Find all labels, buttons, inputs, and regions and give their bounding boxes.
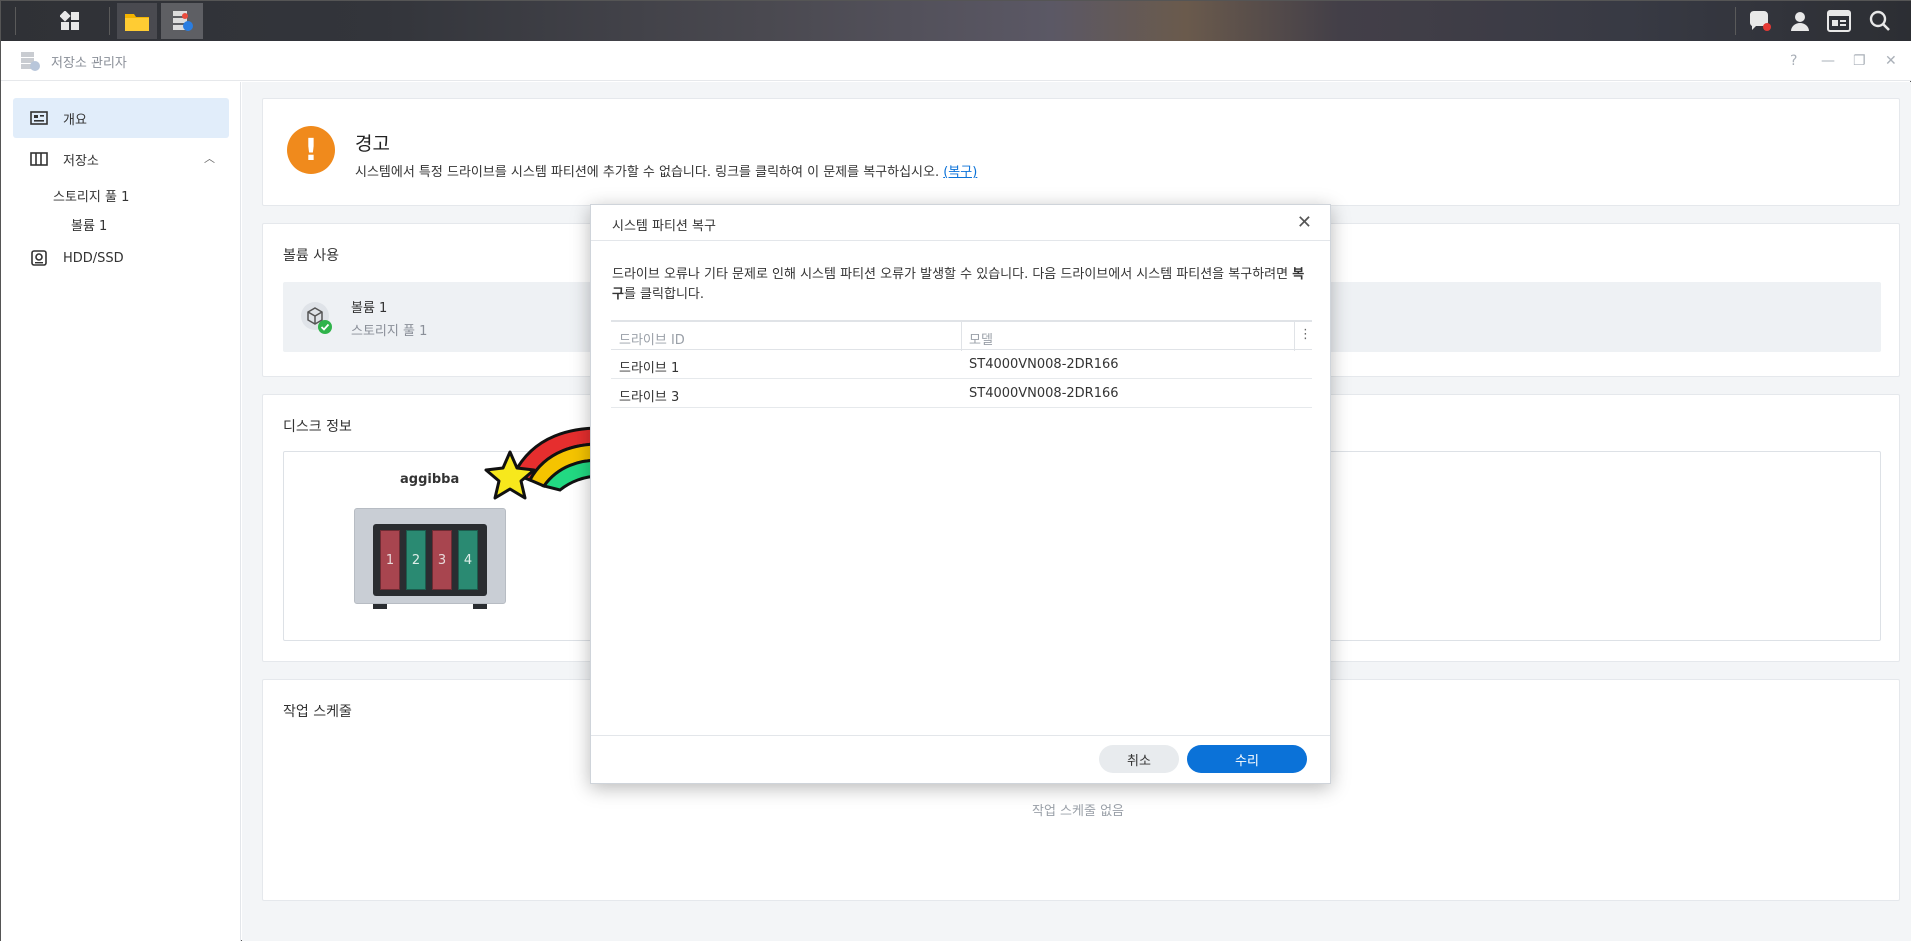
sidebar-item-label: 개요 <box>63 112 87 128</box>
dialog-title: 시스템 파티션 복구 <box>612 219 716 234</box>
drive-id-cell: 드라이브 3 <box>619 390 680 405</box>
nas-foot <box>373 604 387 609</box>
dialog-footer: 취소 수리 <box>591 735 1330 783</box>
close-window-icon[interactable]: ✕ <box>1885 53 1897 69</box>
nas-device[interactable]: 1 2 3 4 <box>354 508 506 609</box>
model-cell: ST4000VN008-2DR166 <box>969 357 1119 372</box>
disk-info-title: 디스크 정보 <box>283 419 352 435</box>
system-partition-repair-dialog: 시스템 파티션 복구 ✕ 드라이브 오류나 기타 문제로 인해 시스템 파티션 … <box>590 204 1331 784</box>
storage-manager-icon <box>173 11 193 31</box>
file-station-button[interactable] <box>117 3 157 39</box>
sidebar-item-label: HDD/SSD <box>63 250 124 266</box>
dialog-description: 드라이브 오류나 기타 문제로 인해 시스템 파티션 오류가 발생할 수 있습니… <box>612 265 1312 305</box>
folder-icon <box>125 14 149 31</box>
repair-button[interactable]: 수리 <box>1187 745 1307 773</box>
apps-grid-icon <box>60 11 79 30</box>
storage-icon <box>29 151 49 167</box>
taskbar-separator <box>15 7 16 35</box>
sidebar-item-volume[interactable]: 볼륨 1 <box>71 215 107 234</box>
dialog-desc-text-end: 를 클릭합니다. <box>623 287 704 302</box>
storage-manager-button[interactable] <box>161 3 203 39</box>
drive-slot-2[interactable]: 2 <box>406 530 426 590</box>
window-titlebar: 저장소 관리자 ? — ❐ ✕ <box>1 41 1911 81</box>
drive-slot-1[interactable]: 1 <box>380 530 400 590</box>
warning-card: ! 경고 시스템에서 특정 드라이브를 시스템 파티션에 추가할 수 없습니다.… <box>262 98 1900 206</box>
drive-slot-4[interactable]: 4 <box>458 530 478 590</box>
user-button[interactable] <box>1785 3 1815 39</box>
volume-status-icon <box>301 302 332 334</box>
overview-icon <box>29 110 49 126</box>
table-row[interactable]: 드라이브 1 ST4000VN008-2DR166 <box>611 350 1312 379</box>
column-divider[interactable] <box>961 322 962 351</box>
sidebar-item-hdd-ssd[interactable]: HDD/SSD <box>13 238 229 278</box>
table-header: 드라이브 ID 모델 ⋮ <box>611 320 1312 351</box>
taskbar <box>1 1 1911 41</box>
warning-title: 경고 <box>355 133 390 155</box>
hdd-icon <box>29 250 49 266</box>
schedule-title: 작업 스케줄 <box>283 704 352 720</box>
close-icon[interactable]: ✕ <box>1297 212 1312 233</box>
exclamation-icon: ! <box>287 126 335 174</box>
sidebar: 개요 저장소 ︿ 스토리지 풀 1 볼륨 1 HDD/SSD <box>1 82 241 941</box>
chat-bubble-icon <box>1750 10 1771 31</box>
schedule-empty-text: 작업 스케줄 없음 <box>1032 804 1124 819</box>
column-header-model[interactable]: 모델 <box>969 329 993 348</box>
device-name: aggibba <box>400 472 460 487</box>
help-icon[interactable]: ? <box>1790 53 1797 69</box>
widgets-icon <box>1827 10 1851 32</box>
user-icon <box>1791 12 1809 31</box>
repair-link[interactable]: (복구) <box>943 165 977 180</box>
volume-usage-title: 볼륨 사용 <box>283 248 339 264</box>
nas-front-panel: 1 2 3 4 <box>373 524 487 596</box>
volume-name: 볼륨 1 <box>351 301 388 316</box>
column-divider[interactable] <box>1294 322 1295 351</box>
taskbar-separator <box>109 7 110 35</box>
minimize-icon[interactable]: — <box>1821 53 1835 69</box>
cancel-button[interactable]: 취소 <box>1099 745 1179 773</box>
volume-pool-name: 스토리지 풀 1 <box>351 324 428 339</box>
widgets-button[interactable] <box>1823 3 1855 39</box>
dialog-desc-text: 드라이브 오류나 기타 문제로 인해 시스템 파티션 오류가 발생할 수 있습니… <box>612 267 1293 282</box>
taskbar-separator <box>1735 7 1736 35</box>
column-options-icon[interactable]: ⋮ <box>1299 327 1312 342</box>
sidebar-item-storage-pool[interactable]: 스토리지 풀 1 <box>53 186 129 205</box>
search-icon <box>1869 10 1890 31</box>
column-header-drive-id[interactable]: 드라이브 ID <box>619 329 685 348</box>
sidebar-item-label: 저장소 <box>63 153 99 169</box>
restore-icon[interactable]: ❐ <box>1853 53 1866 69</box>
dialog-header: 시스템 파티션 복구 ✕ <box>591 205 1330 241</box>
main-menu-button[interactable] <box>51 3 89 39</box>
window-title: 저장소 관리자 <box>51 56 127 71</box>
table-row[interactable]: 드라이브 3 ST4000VN008-2DR166 <box>611 379 1312 408</box>
notifications-button[interactable] <box>1745 3 1775 39</box>
storage-manager-app-icon <box>21 52 40 71</box>
model-cell: ST4000VN008-2DR166 <box>969 386 1119 401</box>
shooting-star-icon <box>484 426 602 500</box>
sidebar-item-storage[interactable]: 저장소 ︿ <box>13 139 229 179</box>
search-button[interactable] <box>1865 3 1895 39</box>
drive-id-cell: 드라이브 1 <box>619 361 680 376</box>
warning-message: 시스템에서 특정 드라이브를 시스템 파티션에 추가할 수 없습니다. 링크를 … <box>355 161 977 180</box>
chevron-up-icon[interactable]: ︿ <box>204 150 215 166</box>
drive-slot-3[interactable]: 3 <box>432 530 452 590</box>
warning-text: 시스템에서 특정 드라이브를 시스템 파티션에 추가할 수 없습니다. 링크를 … <box>355 165 940 180</box>
sidebar-item-overview[interactable]: 개요 <box>13 98 229 138</box>
drive-table: 드라이브 ID 모델 ⋮ 드라이브 1 ST4000VN008-2DR166 드… <box>611 320 1312 408</box>
nas-foot <box>473 604 487 609</box>
